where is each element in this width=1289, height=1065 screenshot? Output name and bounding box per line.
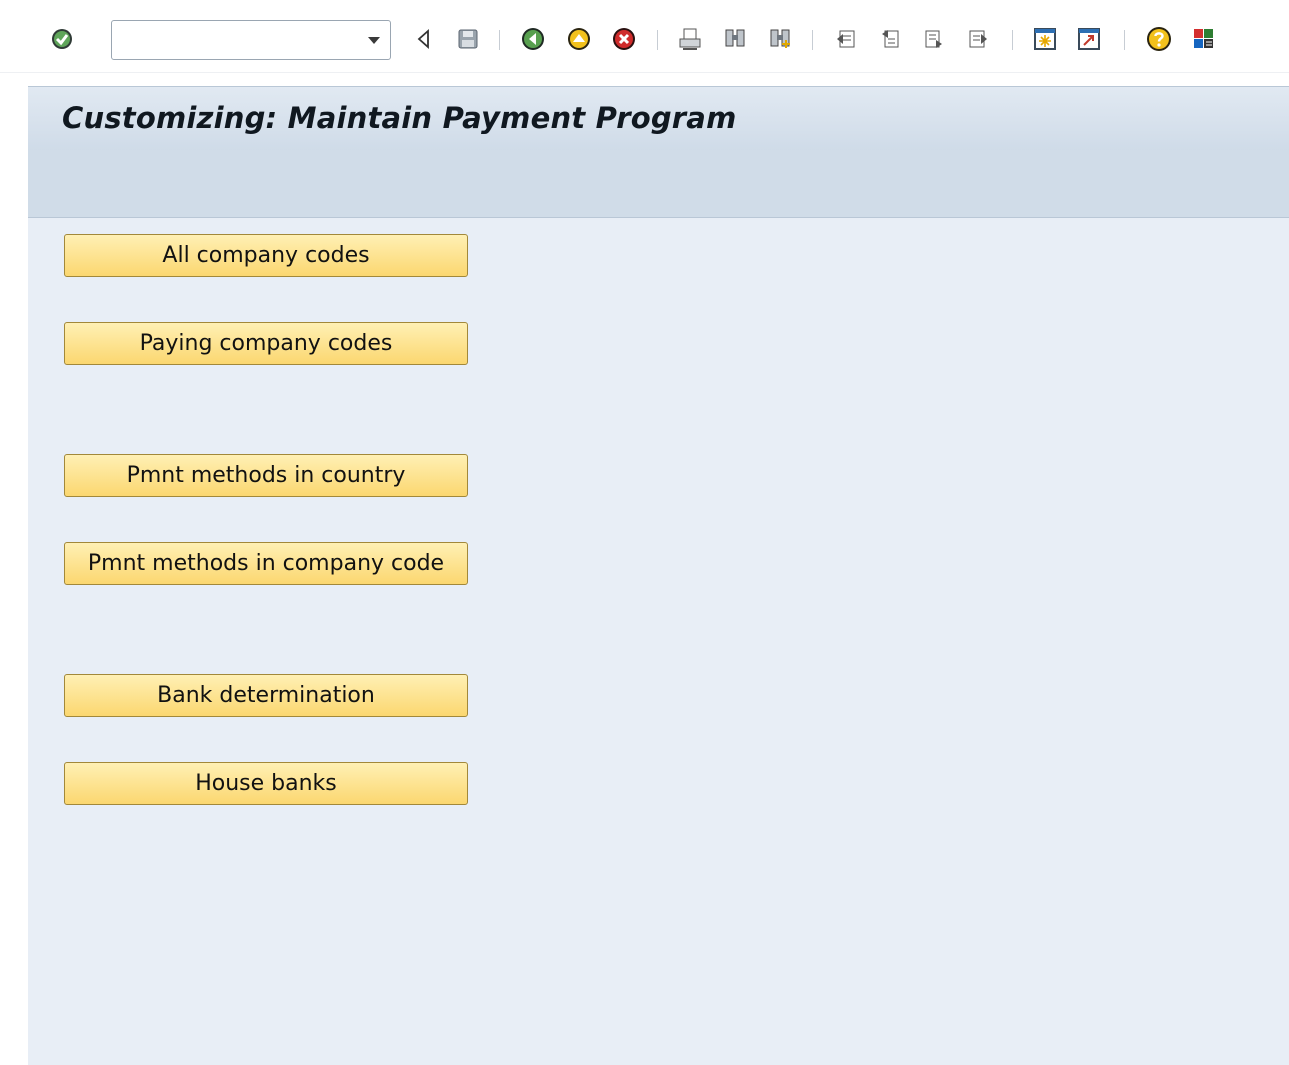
previous-page-icon[interactable] [877, 24, 903, 54]
title-bar: Customizing: Maintain Payment Program [28, 86, 1289, 151]
enter-icon[interactable] [50, 24, 74, 54]
command-dropdown-icon[interactable] [368, 37, 380, 44]
paying-company-codes-button[interactable]: Paying company codes [64, 322, 468, 365]
main-screen: Customizing: Maintain Payment Program Al… [28, 86, 1289, 1065]
toolbar-separator [812, 30, 813, 50]
save-icon[interactable] [456, 24, 480, 54]
pmnt-methods-in-company-code-button[interactable]: Pmnt methods in company code [64, 542, 468, 585]
back-icon[interactable] [520, 24, 546, 54]
last-page-icon[interactable] [965, 24, 991, 54]
command-field[interactable] [111, 20, 391, 60]
pmnt-methods-in-country-button[interactable]: Pmnt methods in country [64, 454, 468, 497]
find-icon[interactable] [722, 24, 748, 54]
create-session-icon[interactable] [1032, 24, 1058, 54]
all-company-codes-button[interactable]: All company codes [64, 234, 468, 277]
create-shortcut-icon[interactable] [1076, 24, 1102, 54]
exit-icon[interactable] [566, 24, 592, 54]
page-title: Customizing: Maintain Payment Program [62, 101, 737, 135]
application-toolbar [28, 150, 1289, 218]
find-next-icon[interactable] [767, 24, 793, 54]
house-banks-button[interactable]: House banks [64, 762, 468, 805]
toolbar-separator [1124, 30, 1125, 50]
first-page-icon[interactable] [833, 24, 859, 54]
toolbar-separator [657, 30, 658, 50]
collapse-icon[interactable] [414, 24, 432, 54]
bank-determination-button[interactable]: Bank determination [64, 674, 468, 717]
print-icon[interactable] [677, 24, 703, 54]
command-input[interactable] [118, 21, 362, 59]
layout-menu-icon[interactable] [1190, 24, 1218, 54]
help-icon[interactable] [1145, 24, 1173, 54]
toolbar-separator [1012, 30, 1013, 50]
system-toolbar [0, 0, 1289, 73]
cancel-icon[interactable] [611, 24, 637, 54]
toolbar-separator [499, 30, 500, 50]
next-page-icon[interactable] [921, 24, 947, 54]
